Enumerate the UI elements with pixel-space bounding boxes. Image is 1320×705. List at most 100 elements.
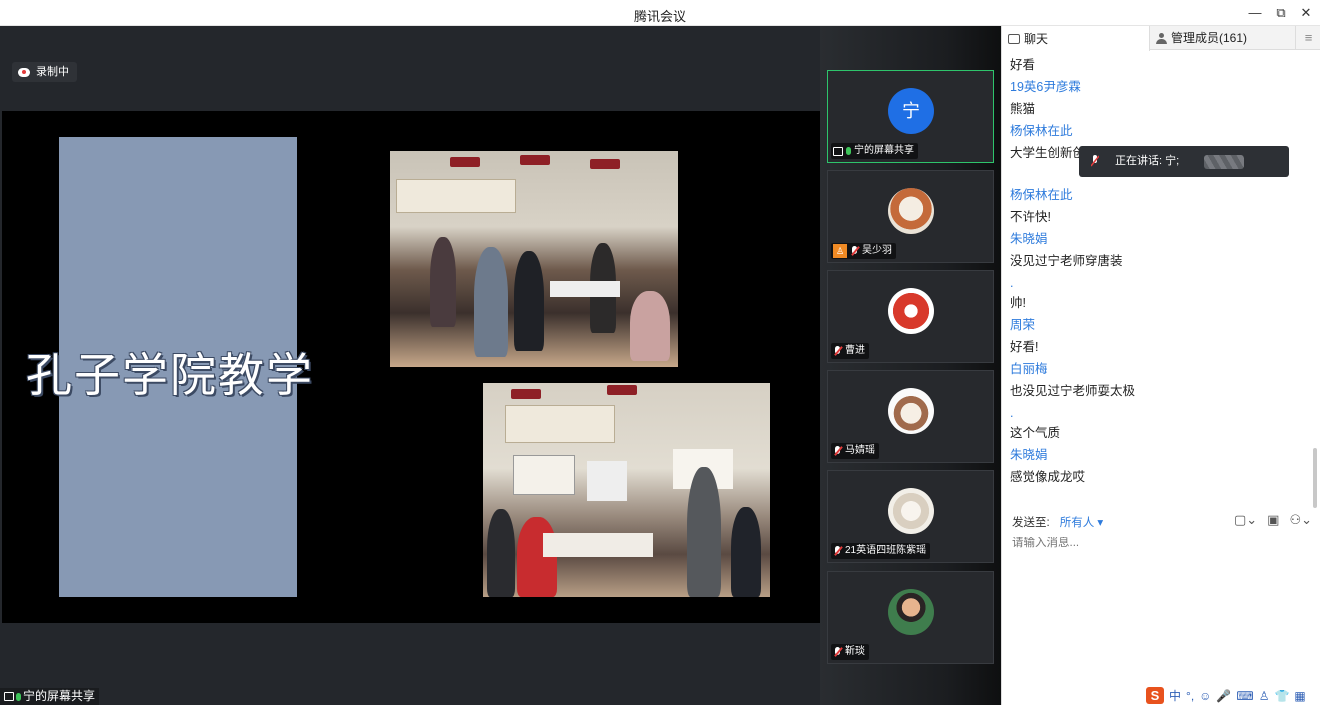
recording-badge[interactable]: 录制中 (12, 62, 77, 82)
ime-user-icon[interactable]: ♙ (1259, 689, 1270, 703)
mic-muted-icon (833, 446, 842, 456)
mention-icon[interactable]: ⚇⌄ (1289, 512, 1312, 528)
lantern (450, 157, 480, 167)
screen (587, 461, 627, 501)
composer-tools: ▢⌄ ▣ ⚇⌄ (1234, 512, 1312, 528)
participant-tile[interactable]: 曹进 (827, 270, 994, 363)
side-panel: 聊天 管理成员(161) ≡ 好看 19英6尹彦霖 熊猫 杨保林在此 大学生创新创 杨保林… (1001, 26, 1320, 705)
participant-name: 吴少羽 (862, 245, 892, 256)
cloud-record-icon (18, 67, 30, 77)
message-sender[interactable]: 19英6尹彦霖 (1010, 76, 1310, 98)
minimize-button[interactable]: — (1246, 4, 1264, 22)
classroom-photo-1 (390, 151, 678, 367)
participant-tile[interactable]: 马婧瑶 (827, 370, 994, 463)
avatar (888, 188, 934, 234)
message-sender[interactable]: . (1010, 272, 1310, 292)
person (514, 251, 544, 351)
file-icon[interactable]: ▢⌄ (1234, 512, 1257, 528)
shared-screen-area: 录制中 孔子学院教学 (0, 26, 820, 705)
person (630, 291, 670, 361)
chat-scrollbar[interactable] (1313, 448, 1317, 508)
table (543, 533, 653, 557)
participant-name: 马婧瑶 (845, 445, 875, 456)
tab-members[interactable]: 管理成员(161) (1150, 26, 1296, 50)
mic-muted-icon (850, 246, 859, 256)
teacher (687, 467, 721, 597)
tab-chat[interactable]: 聊天 (1002, 26, 1150, 51)
message-text: 感觉像成龙哎 (1010, 470, 1086, 484)
tab-chat-label: 聊天 (1024, 31, 1049, 46)
table (550, 281, 620, 297)
screen-share-icon (833, 146, 843, 156)
message-sender[interactable]: 杨保林在此 (1010, 120, 1310, 142)
avatar (888, 288, 934, 334)
ime-emoji-icon[interactable]: ☺ (1199, 689, 1211, 703)
participant-name: 曹进 (845, 345, 865, 356)
institute-banner (505, 405, 615, 443)
avatar (888, 589, 934, 635)
ime-punctuation-icon[interactable]: °, (1186, 689, 1194, 703)
participant-name-tag: 21英语四班陈紫瑶 (831, 543, 931, 559)
mic-muted-icon (833, 546, 842, 556)
mic-muted-icon (1091, 155, 1099, 167)
person (474, 247, 508, 357)
mic-muted-icon (833, 346, 842, 356)
restore-button[interactable]: ⧉ (1272, 4, 1290, 22)
blurred-names (1204, 155, 1244, 169)
message-sender[interactable]: . (1010, 402, 1310, 422)
ime-toolbox-icon[interactable]: ▦ (1294, 689, 1305, 703)
student (517, 517, 557, 597)
lantern (511, 389, 541, 399)
message-text: 不许快! (1010, 210, 1051, 224)
slide-title: 孔子学院教学 (26, 348, 314, 402)
chat-message-list: 好看 19英6尹彦霖 熊猫 杨保林在此 大学生创新创 杨保林在此 不许快! 朱晓娟 没见过宁老师… (1010, 54, 1310, 488)
mic-on-icon (846, 147, 851, 155)
student (487, 509, 515, 597)
participant-strip: 宁 宁的屏幕共享 ♙ 吴少羽 曹进 马婧瑶 21英语四班陈紫瑶 靳琰 (820, 26, 1001, 705)
chat-icon (1008, 33, 1020, 44)
window-title: 腾讯会议 (633, 9, 686, 24)
mic-on-icon (16, 692, 21, 701)
participant-name-tag: 马婧瑶 (831, 443, 879, 459)
send-to-select[interactable]: 所有人 ▾ (1060, 514, 1103, 530)
participant-tile[interactable]: 靳琰 (827, 571, 994, 664)
share-owner-label: 宁的屏幕共享 (23, 689, 96, 703)
message-sender[interactable]: 白丽梅 (1010, 358, 1310, 380)
message-text: 这个气质 (1010, 426, 1061, 440)
classroom-photo-2 (483, 383, 770, 597)
message-text: 好看! (1010, 340, 1039, 354)
message-sender[interactable]: 朱晓娟 (1010, 444, 1310, 466)
send-to-row: 发送至: 所有人 ▾ (1012, 514, 1103, 530)
message-sender[interactable]: 周荣 (1010, 314, 1310, 336)
panel-tabs: 聊天 管理成员(161) ≡ (1002, 26, 1320, 51)
message-text: 没见过宁老师穿唐装 (1010, 254, 1123, 268)
lantern (590, 159, 620, 169)
host-icon: ♙ (833, 244, 847, 258)
mic-muted-icon (833, 647, 842, 657)
ime-keyboard-icon[interactable]: ⌨ (1236, 689, 1253, 703)
panel-menu-button[interactable]: ≡ (1296, 26, 1320, 50)
lantern (520, 155, 550, 165)
ime-chinese-mode[interactable]: 中 (1169, 687, 1181, 704)
avatar (888, 388, 934, 434)
close-button[interactable]: ✕ (1297, 4, 1315, 22)
participant-tile[interactable]: 宁 宁的屏幕共享 (827, 70, 994, 163)
avatar (888, 488, 934, 534)
participant-tile[interactable]: 21英语四班陈紫瑶 (827, 470, 994, 563)
participant-name-tag: 宁的屏幕共享 (831, 143, 918, 159)
person (430, 237, 456, 327)
screenshot-icon[interactable]: ▣ (1267, 512, 1279, 528)
participant-name: 宁的屏幕共享 (854, 145, 914, 156)
participant-name: 21英语四班陈紫瑶 (845, 545, 927, 556)
ime-skin-icon[interactable]: 👕 (1274, 689, 1289, 703)
participant-name-tag: 靳琰 (831, 644, 869, 660)
message-input[interactable] (1012, 537, 1312, 549)
whiteboard (513, 455, 575, 495)
message-sender[interactable]: 杨保林在此 (1010, 184, 1310, 206)
participant-name-tag: 曹进 (831, 343, 869, 359)
ime-voice-icon[interactable]: 🎤 (1216, 689, 1231, 703)
sogou-logo-icon[interactable]: S (1146, 687, 1164, 704)
participant-tile[interactable]: ♙ 吴少羽 (827, 170, 994, 263)
message-sender[interactable]: 朱晓娟 (1010, 228, 1310, 250)
message-text: 也没见过宁老师耍太极 (1010, 384, 1136, 398)
